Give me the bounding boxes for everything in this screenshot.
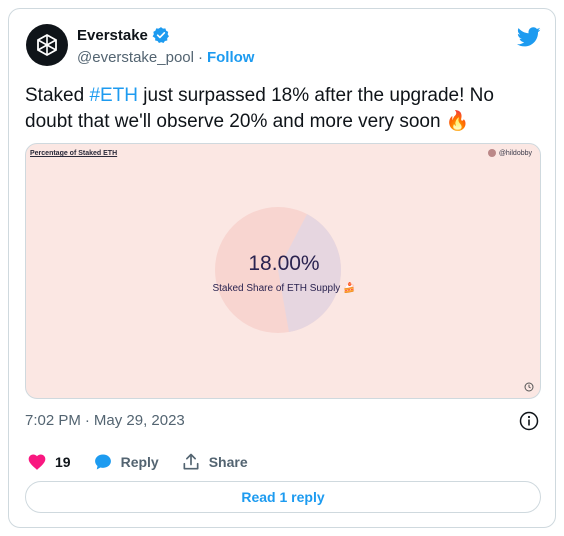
media-credit: @hildobby	[487, 149, 532, 157]
follow-button[interactable]: Follow	[207, 49, 255, 66]
heart-icon	[28, 454, 46, 470]
tweet-media-image[interactable]: Percentage of Staked ETH @hildobby 18.00…	[25, 143, 541, 399]
reply-bubble-icon	[94, 454, 111, 470]
timestamp-separator: ·	[84, 412, 90, 429]
info-icon[interactable]	[519, 411, 539, 431]
staked-share-label: Staked Share of ETH Supply 🍰	[26, 283, 540, 294]
tweet-text: Staked #ETH just surpassed 18% after the…	[25, 83, 535, 135]
read-replies-button[interactable]: Read 1 reply	[25, 481, 541, 513]
author-handle[interactable]: @everstake_pool	[77, 49, 194, 66]
staked-share-label-text: Staked Share of ETH Supply	[212, 283, 341, 294]
everstake-logo-icon	[37, 33, 57, 57]
tweet-timestamp[interactable]: 7:02 PM · May 29, 2023	[25, 412, 185, 429]
twitter-bird-icon[interactable]	[517, 25, 541, 49]
fire-emoji-icon: 🔥	[445, 111, 470, 132]
tweet-actions: 19 Reply Share	[27, 452, 270, 472]
credit-avatar-icon	[487, 149, 496, 157]
share-icon	[183, 453, 199, 470]
author-name-row: Everstake	[77, 26, 170, 44]
tweet-time: 7:02 PM	[25, 412, 81, 429]
share-button[interactable]: Share	[181, 452, 248, 472]
media-chart-title: Percentage of Staked ETH	[30, 150, 118, 157]
reply-button[interactable]: Reply	[93, 452, 159, 472]
share-label: Share	[208, 454, 248, 470]
tweet-card: Everstake @everstake_pool · Follow Stake…	[8, 8, 556, 528]
clock-icon	[524, 382, 534, 392]
tweet-text-start: Staked	[25, 85, 90, 106]
author-display-name[interactable]: Everstake	[77, 27, 148, 44]
reply-label: Reply	[120, 454, 159, 470]
like-button[interactable]: 19	[27, 452, 71, 472]
avatar[interactable]	[26, 24, 68, 66]
hashtag-link[interactable]: #ETH	[89, 85, 138, 106]
staked-percentage-value: 18.00%	[248, 252, 320, 275]
handle-separator: ·	[197, 49, 203, 66]
author-handle-row: @everstake_pool · Follow	[77, 49, 254, 66]
cake-emoji-icon: 🍰	[343, 283, 356, 294]
verified-badge-icon	[152, 26, 170, 44]
tweet-date: May 29, 2023	[93, 412, 185, 429]
media-credit-handle: @hildobby	[498, 149, 532, 157]
like-count: 19	[55, 454, 71, 470]
